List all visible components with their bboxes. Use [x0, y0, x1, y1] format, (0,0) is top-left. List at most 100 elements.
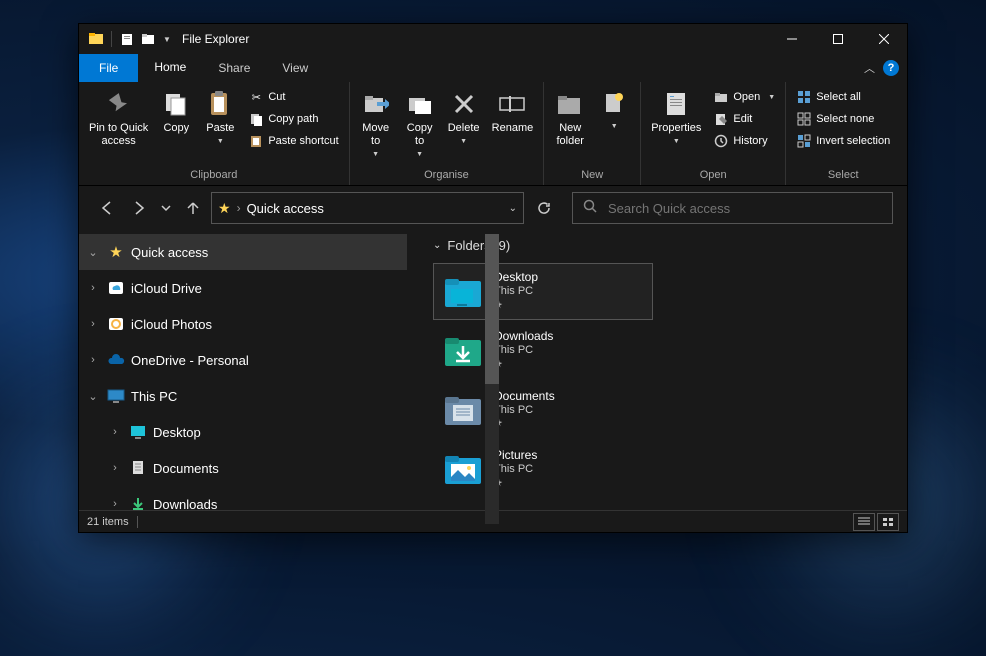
- ribbon-group-clipboard: Pin to Quick access Copy Paste ▼ ✂Cut Co…: [79, 82, 350, 185]
- address-dropdown-icon[interactable]: ⌄: [509, 203, 517, 214]
- tree-item-label: Desktop: [153, 425, 201, 440]
- tree-scrollbar[interactable]: [485, 234, 499, 524]
- tab-home[interactable]: Home: [138, 54, 202, 82]
- large-icons-view-button[interactable]: [877, 513, 899, 531]
- pin-to-quick-access-button[interactable]: Pin to Quick access: [83, 86, 154, 150]
- chevron-down-icon: ▼: [768, 94, 775, 101]
- paste-shortcut-button[interactable]: Paste shortcut: [244, 130, 342, 152]
- copy-path-icon: [248, 111, 264, 127]
- tree-item-downloads[interactable]: › Downloads: [79, 486, 407, 510]
- tree-item-quick-access[interactable]: ⌄★Quick access: [79, 234, 407, 270]
- forward-button[interactable]: [125, 194, 153, 222]
- details-view-button[interactable]: [853, 513, 875, 531]
- tree-item-this-pc[interactable]: ⌄This PC: [79, 378, 407, 414]
- move-to-button[interactable]: Move to▼: [354, 86, 398, 160]
- window-title: File Explorer: [182, 32, 249, 46]
- chevron-icon[interactable]: ›: [107, 498, 123, 510]
- tree-item-desktop[interactable]: › Desktop: [79, 414, 407, 450]
- new-folder-button[interactable]: New folder: [548, 86, 592, 150]
- chevron-icon[interactable]: ›: [107, 426, 123, 438]
- chevron-down-icon: ▼: [416, 151, 423, 158]
- history-button[interactable]: History: [709, 130, 779, 152]
- new-item-button[interactable]: ▼: [592, 86, 636, 132]
- ribbon-group-open: Properties▼ Open▼ Edit History Open: [641, 82, 786, 185]
- folder-location: This PC: [494, 404, 555, 418]
- tree-item-label: Downloads: [153, 497, 217, 511]
- tab-file[interactable]: File: [79, 54, 138, 82]
- properties-button[interactable]: Properties▼: [645, 86, 707, 147]
- close-button[interactable]: [861, 24, 907, 54]
- tab-view[interactable]: View: [266, 54, 324, 82]
- chevron-down-icon: ▼: [611, 123, 618, 130]
- qat-dropdown-icon[interactable]: ▼: [160, 28, 174, 50]
- qat-newfolder-icon[interactable]: [138, 28, 160, 50]
- help-icon[interactable]: ?: [883, 60, 899, 76]
- invert-selection-icon: [796, 133, 812, 149]
- chevron-icon[interactable]: ⌄: [85, 246, 101, 259]
- address-bar[interactable]: ★ › Quick access ⌄: [211, 192, 524, 224]
- folder-item-pictures[interactable]: PicturesThis PC: [433, 441, 653, 498]
- breadcrumb-separator-icon: ›: [237, 201, 241, 215]
- ribbon: Pin to Quick access Copy Paste ▼ ✂Cut Co…: [79, 82, 907, 186]
- invert-selection-button[interactable]: Invert selection: [792, 130, 894, 152]
- recent-locations-button[interactable]: [157, 194, 175, 222]
- chevron-down-icon: ▼: [460, 138, 467, 145]
- up-button[interactable]: [179, 194, 207, 222]
- copy-to-icon: [404, 88, 436, 120]
- copy-button[interactable]: Copy: [154, 86, 198, 137]
- edit-icon: [713, 111, 729, 127]
- qat-properties-icon[interactable]: [116, 28, 138, 50]
- folder-name: Pictures: [494, 448, 537, 463]
- scrollbar-thumb[interactable]: [485, 234, 499, 384]
- edit-button[interactable]: Edit: [709, 108, 779, 130]
- file-explorer-window: ▼ File Explorer File Home Share View ︿ ?…: [78, 23, 908, 533]
- folder-location: This PC: [494, 285, 538, 299]
- tree-item-documents[interactable]: › Documents: [79, 450, 407, 486]
- copy-icon: [160, 88, 192, 120]
- icloud-icon: [107, 279, 125, 297]
- desktop-folder-icon: [442, 274, 484, 310]
- tree-item-label: OneDrive - Personal: [131, 353, 249, 368]
- open-button[interactable]: Open▼: [709, 86, 779, 108]
- chevron-icon[interactable]: ›: [107, 462, 123, 474]
- copy-path-button[interactable]: Copy path: [244, 108, 342, 130]
- paste-button[interactable]: Paste ▼: [198, 86, 242, 147]
- select-none-icon: [796, 111, 812, 127]
- tree-item-onedrive[interactable]: › OneDrive - Personal: [79, 342, 407, 378]
- select-all-button[interactable]: Select all: [792, 86, 894, 108]
- tree-item-icloud-drive[interactable]: ›iCloud Drive: [79, 270, 407, 306]
- chevron-icon[interactable]: ›: [85, 282, 101, 294]
- cut-button[interactable]: ✂Cut: [244, 86, 342, 108]
- search-bar[interactable]: [572, 192, 893, 224]
- folder-item-desktop[interactable]: DesktopThis PC: [433, 263, 653, 320]
- pin-icon: [103, 88, 135, 120]
- scissors-icon: ✂: [248, 89, 264, 105]
- delete-button[interactable]: Delete▼: [442, 86, 486, 147]
- rename-button[interactable]: Rename: [486, 86, 540, 137]
- chevron-icon[interactable]: ⌄: [85, 390, 101, 403]
- folder-item-downloads[interactable]: DownloadsThis PC: [433, 322, 653, 379]
- tree-item-icloud-photos[interactable]: ›iCloud Photos: [79, 306, 407, 342]
- documents-folder-icon: [442, 392, 484, 428]
- select-none-button[interactable]: Select none: [792, 108, 894, 130]
- group-header[interactable]: ⌄ Folders (9): [433, 238, 893, 253]
- back-button[interactable]: [93, 194, 121, 222]
- search-input[interactable]: [608, 201, 882, 216]
- maximize-button[interactable]: [815, 24, 861, 54]
- ribbon-group-organise: Move to▼ Copy to▼ Delete▼ Rename Organis…: [350, 82, 545, 185]
- refresh-button[interactable]: [530, 192, 558, 224]
- collapse-ribbon-icon[interactable]: ︿: [864, 60, 875, 76]
- pin-icon: [494, 300, 538, 314]
- tab-share[interactable]: Share: [202, 54, 266, 82]
- address-location[interactable]: Quick access: [247, 201, 503, 216]
- chevron-icon[interactable]: ›: [85, 354, 101, 366]
- tree-item-label: Documents: [153, 461, 219, 476]
- search-icon: [583, 199, 598, 217]
- copy-to-button[interactable]: Copy to▼: [398, 86, 442, 160]
- chevron-icon[interactable]: ›: [85, 318, 101, 330]
- minimize-button[interactable]: [769, 24, 815, 54]
- ribbon-group-select: Select all Select none Invert selection …: [786, 82, 900, 185]
- rename-icon: [496, 88, 528, 120]
- folder-item-documents[interactable]: DocumentsThis PC: [433, 382, 653, 439]
- folder-name: Desktop: [494, 270, 538, 285]
